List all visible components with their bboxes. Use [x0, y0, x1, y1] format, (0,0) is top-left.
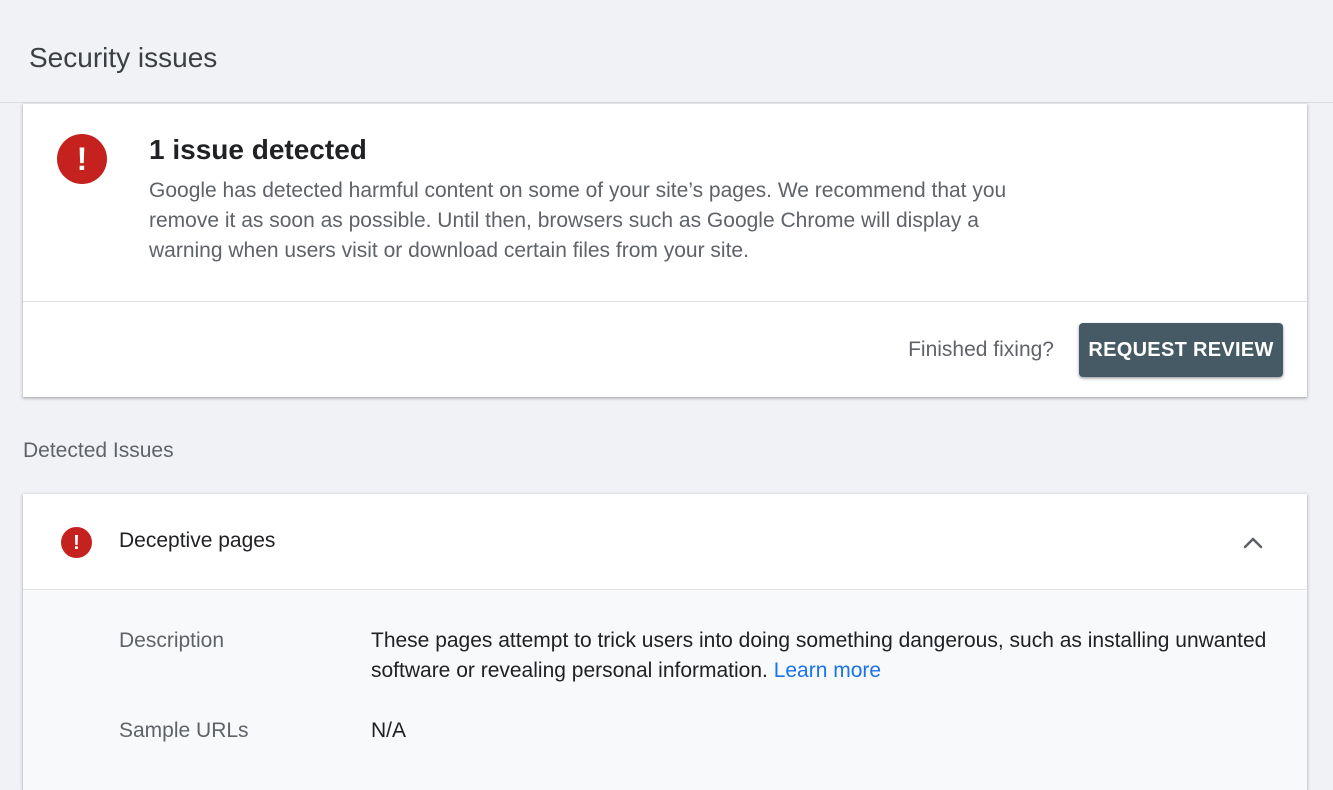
- divider: [23, 301, 1307, 302]
- summary-description: Google has detected harmful content on s…: [149, 179, 1007, 262]
- sample-urls-label: Sample URLs: [119, 719, 249, 742]
- issue-header[interactable]: ! Deceptive pages: [23, 494, 1307, 590]
- summary-title: 1 issue detected: [149, 134, 367, 165]
- description-value: These pages attempt to trick users into …: [371, 626, 1271, 686]
- error-icon-glyph: !: [76, 141, 88, 177]
- page-title: Security issues: [29, 42, 218, 73]
- error-icon: !: [57, 134, 107, 184]
- error-icon-glyph: !: [73, 531, 80, 554]
- finished-fixing-prompt: Finished fixing?: [908, 338, 1054, 361]
- issue-title: Deceptive pages: [119, 529, 276, 552]
- issue-summary-card: ! 1 issue detected Google has detected h…: [23, 104, 1307, 397]
- detected-issues-heading: Detected Issues: [23, 439, 174, 462]
- sample-urls-value: N/A: [371, 719, 407, 742]
- request-review-button[interactable]: REQUEST REVIEW: [1079, 323, 1283, 377]
- learn-more-link[interactable]: Learn more: [774, 659, 881, 682]
- issue-card-deceptive-pages: ! Deceptive pages Description These page…: [23, 494, 1307, 790]
- issue-details: Description These pages attempt to trick…: [23, 591, 1307, 790]
- description-label: Description: [119, 629, 225, 652]
- error-icon: !: [61, 527, 92, 558]
- page-header: Security issues: [0, 0, 1333, 103]
- chevron-up-icon[interactable]: [1239, 528, 1267, 556]
